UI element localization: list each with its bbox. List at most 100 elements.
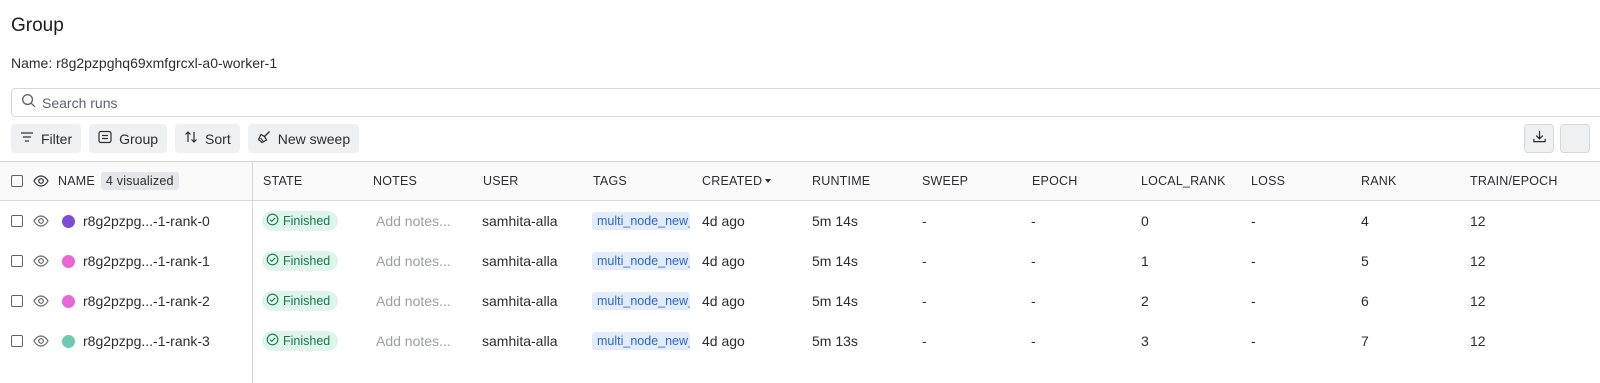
header-runtime[interactable]: RUNTIME [812, 162, 870, 200]
header-rank[interactable]: RANK [1361, 162, 1397, 200]
user-cell[interactable]: samhita-alla [482, 201, 557, 241]
broom-icon [257, 130, 278, 147]
sweep-cell: - [922, 293, 927, 309]
state-label: Finished [283, 334, 331, 348]
epoch-cell: - [1031, 293, 1036, 309]
created-cell: 4d ago [702, 213, 745, 229]
group-label: Group [119, 130, 159, 147]
header-created[interactable]: CREATED [702, 162, 772, 200]
check-circle-icon [266, 253, 283, 269]
row-checkbox[interactable] [11, 335, 23, 347]
loss-cell: - [1251, 213, 1256, 229]
sort-button[interactable]: Sort [175, 124, 240, 153]
header-notes[interactable]: NOTES [373, 162, 417, 200]
notes-field[interactable]: Add notes... [376, 241, 451, 281]
group-button[interactable]: Group [89, 124, 168, 153]
user-cell[interactable]: samhita-alla [482, 321, 557, 361]
rank-cell: 4 [1361, 213, 1369, 229]
row-checkbox[interactable] [11, 255, 23, 267]
tag-chip[interactable]: multi_node_new_ [592, 332, 690, 350]
download-icon [1532, 129, 1547, 149]
more-button[interactable] [1560, 124, 1590, 153]
tag-chip[interactable]: multi_node_new_ [592, 212, 690, 230]
run-color-dot[interactable] [62, 214, 75, 228]
run-color-dot[interactable] [62, 254, 75, 268]
runtime-cell: 5m 14s [812, 293, 858, 309]
rank-cell: 6 [1361, 293, 1369, 309]
user-cell[interactable]: samhita-alla [482, 241, 557, 281]
user-cell[interactable]: samhita-alla [482, 281, 557, 321]
eye-icon[interactable] [33, 281, 49, 321]
state-badge: Finished [262, 211, 339, 231]
header-user[interactable]: USER [483, 162, 519, 200]
runtime-cell: 5m 13s [812, 333, 858, 349]
check-circle-icon [266, 293, 283, 309]
new-sweep-button[interactable]: New sweep [247, 124, 360, 153]
table-row[interactable]: r8g2pzpg...-1-rank-2 Finished Add notes.… [0, 281, 1600, 321]
loss-cell: - [1251, 293, 1256, 309]
epoch-cell: - [1031, 253, 1036, 269]
sort-label: Sort [205, 130, 231, 147]
filter-icon [20, 130, 41, 147]
header-sweep[interactable]: SWEEP [922, 162, 968, 200]
run-name[interactable]: r8g2pzpg...-1-rank-2 [83, 281, 210, 321]
sweep-cell: - [922, 333, 927, 349]
train-epoch-cell: 12 [1470, 213, 1486, 229]
runtime-cell: 5m 14s [812, 213, 858, 229]
check-circle-icon [266, 333, 283, 349]
run-name[interactable]: r8g2pzpg...-1-rank-0 [83, 201, 210, 241]
train-epoch-cell: 12 [1470, 293, 1486, 309]
notes-field[interactable]: Add notes... [376, 321, 451, 361]
loss-cell: - [1251, 333, 1256, 349]
header-train-epoch[interactable]: TRAIN/EPOCH [1470, 162, 1558, 200]
table-row[interactable]: r8g2pzpg...-1-rank-0 Finished Add notes.… [0, 201, 1600, 241]
header-epoch[interactable]: EPOCH [1032, 162, 1077, 200]
tag-chip[interactable]: multi_node_new_ [592, 252, 690, 270]
created-cell: 4d ago [702, 293, 745, 309]
state-label: Finished [283, 254, 331, 268]
header-state[interactable]: STATE [263, 162, 302, 200]
download-button[interactable] [1524, 124, 1554, 153]
visualized-badge: 4 visualized [100, 172, 179, 190]
local-rank-cell: 3 [1141, 333, 1149, 349]
search-input[interactable] [42, 94, 642, 111]
created-cell: 4d ago [702, 253, 745, 269]
header-tags[interactable]: TAGS [593, 162, 627, 200]
state-badge: Finished [262, 291, 339, 311]
search-icon [21, 93, 42, 113]
tag-chip[interactable]: multi_node_new_ [592, 292, 690, 310]
run-color-dot[interactable] [62, 334, 75, 348]
notes-field[interactable]: Add notes... [376, 281, 451, 321]
run-color-dot[interactable] [62, 294, 75, 308]
state-badge: Finished [262, 331, 339, 351]
state-badge: Finished [262, 251, 339, 271]
run-name[interactable]: r8g2pzpg...-1-rank-1 [83, 241, 210, 281]
eye-icon[interactable] [33, 201, 49, 241]
train-epoch-cell: 12 [1470, 253, 1486, 269]
train-epoch-cell: 12 [1470, 333, 1486, 349]
created-cell: 4d ago [702, 333, 745, 349]
runs-table: NAME 4 visualized STATE NOTES USER TAGS … [0, 161, 1600, 361]
state-label: Finished [283, 294, 331, 308]
run-name[interactable]: r8g2pzpg...-1-rank-3 [83, 321, 210, 361]
search-bar[interactable] [11, 88, 1600, 117]
header-loss[interactable]: LOSS [1251, 162, 1285, 200]
row-checkbox[interactable] [11, 295, 23, 307]
filter-button[interactable]: Filter [11, 124, 82, 153]
row-checkbox[interactable] [11, 215, 23, 227]
select-all-checkbox[interactable] [11, 175, 23, 187]
sweep-cell: - [922, 213, 927, 229]
eye-icon[interactable] [33, 241, 49, 281]
sort-icon [184, 130, 205, 147]
header-local-rank[interactable]: LOCAL_RANK [1141, 162, 1226, 200]
notes-field[interactable]: Add notes... [376, 201, 451, 241]
eye-icon[interactable] [33, 162, 49, 200]
table-header: NAME 4 visualized STATE NOTES USER TAGS … [0, 161, 1600, 201]
check-circle-icon [266, 213, 283, 229]
table-row[interactable]: r8g2pzpg...-1-rank-1 Finished Add notes.… [0, 241, 1600, 281]
table-row[interactable]: r8g2pzpg...-1-rank-3 Finished Add notes.… [0, 321, 1600, 361]
eye-icon[interactable] [33, 321, 49, 361]
header-name[interactable]: NAME [58, 174, 95, 188]
new-sweep-label: New sweep [277, 130, 351, 147]
local-rank-cell: 0 [1141, 213, 1149, 229]
